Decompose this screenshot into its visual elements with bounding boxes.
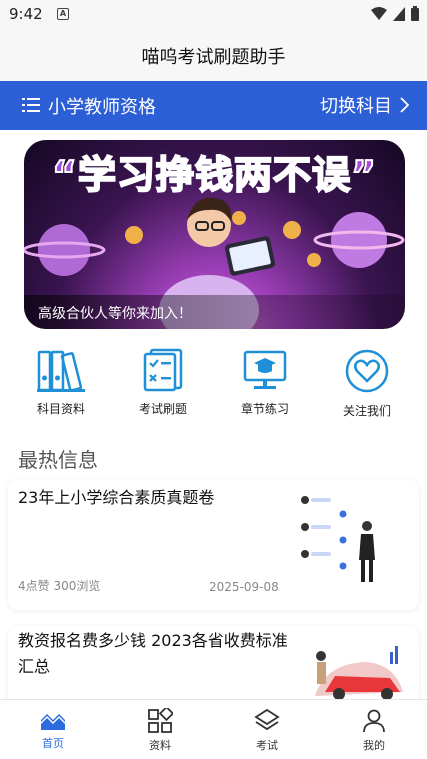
article-title: 23年上小学综合素质真题卷	[18, 488, 215, 507]
quick-link-follow-us[interactable]: 关注我们	[317, 348, 417, 419]
app-header: 喵呜考试刷题助手	[0, 30, 427, 81]
article-thumbnail	[301, 496, 375, 582]
nav-label: 考试	[256, 739, 278, 752]
status-time: 9:42	[9, 5, 43, 23]
article-views: 300浏览	[53, 579, 101, 593]
page-title: 喵呜考试刷题助手	[141, 47, 286, 68]
cellular-signal-icon	[393, 6, 405, 21]
user-icon	[363, 709, 385, 733]
quick-link-label: 章节练习	[240, 402, 289, 416]
article-title: 教资报名费多少钱 2023各省收费标准汇总	[18, 631, 288, 676]
article-stats: 4点赞 300浏览	[18, 577, 100, 594]
battery-icon	[411, 6, 419, 21]
banner-headline: “学习挣钱两不误”	[51, 152, 377, 198]
quick-link-label: 科目资料	[36, 402, 85, 416]
wifi-icon	[371, 6, 387, 20]
banner-caption: 高级合伙人等你来加入！	[38, 306, 192, 322]
nav-tab-exam[interactable]: 考试	[227, 708, 307, 753]
menu-icon[interactable]	[22, 97, 40, 113]
quick-link-exam-practice[interactable]: 考试刷题	[113, 348, 213, 417]
binders-icon	[37, 350, 85, 392]
nav-tab-profile[interactable]: 我的	[334, 708, 414, 753]
article-date: 2025-09-08	[209, 580, 279, 594]
checklist-icon	[143, 348, 183, 392]
quick-link-label: 关注我们	[342, 404, 391, 418]
article-card[interactable]: 23年上小学综合素质真题卷 4点赞 300浏览 2025-09-08	[8, 480, 419, 610]
status-icons	[371, 6, 419, 21]
bottom-nav: 首页 资料 考试 我的	[0, 699, 427, 759]
quick-links: 科目资料 考试刷题 章节练习 关注我们	[0, 348, 427, 428]
switch-subject-button[interactable]: 切换科目	[320, 92, 409, 118]
promo-banner[interactable]: “学习挣钱两不误” 高级合伙人等你来加入！	[24, 140, 405, 329]
current-subject[interactable]: 小学教师资格	[48, 93, 156, 119]
quick-link-subject-materials[interactable]: 科目资料	[11, 348, 111, 417]
quick-link-chapter-practice[interactable]: 章节练习	[215, 348, 315, 417]
nav-tab-materials[interactable]: 资料	[120, 708, 200, 753]
grid-icon	[148, 708, 173, 733]
banner-caption-bar: 高级合伙人等你来加入！	[24, 295, 405, 329]
chevron-right-icon	[400, 97, 409, 113]
subject-bar: 小学教师资格 切换科目	[0, 81, 427, 130]
article-card[interactable]: 教资报名费多少钱 2023各省收费标准汇总	[8, 626, 419, 706]
layers-icon	[254, 708, 280, 731]
article-thumbnail	[315, 646, 403, 700]
a-box-icon: A	[57, 8, 69, 20]
status-bar: 9:42 A	[0, 0, 427, 30]
section-title: 最热信息	[18, 448, 98, 472]
heart-icon	[345, 349, 389, 393]
nav-label: 资料	[149, 739, 171, 752]
monitor-graduation-icon	[243, 350, 287, 389]
home-wave-icon	[41, 714, 65, 730]
nav-label: 首页	[42, 737, 64, 750]
quick-link-label: 考试刷题	[138, 402, 187, 416]
nav-tab-home[interactable]: 首页	[13, 708, 93, 751]
article-likes: 4点赞	[18, 579, 50, 593]
switch-subject-label: 切换科目	[320, 96, 392, 117]
nav-label: 我的	[363, 739, 385, 752]
